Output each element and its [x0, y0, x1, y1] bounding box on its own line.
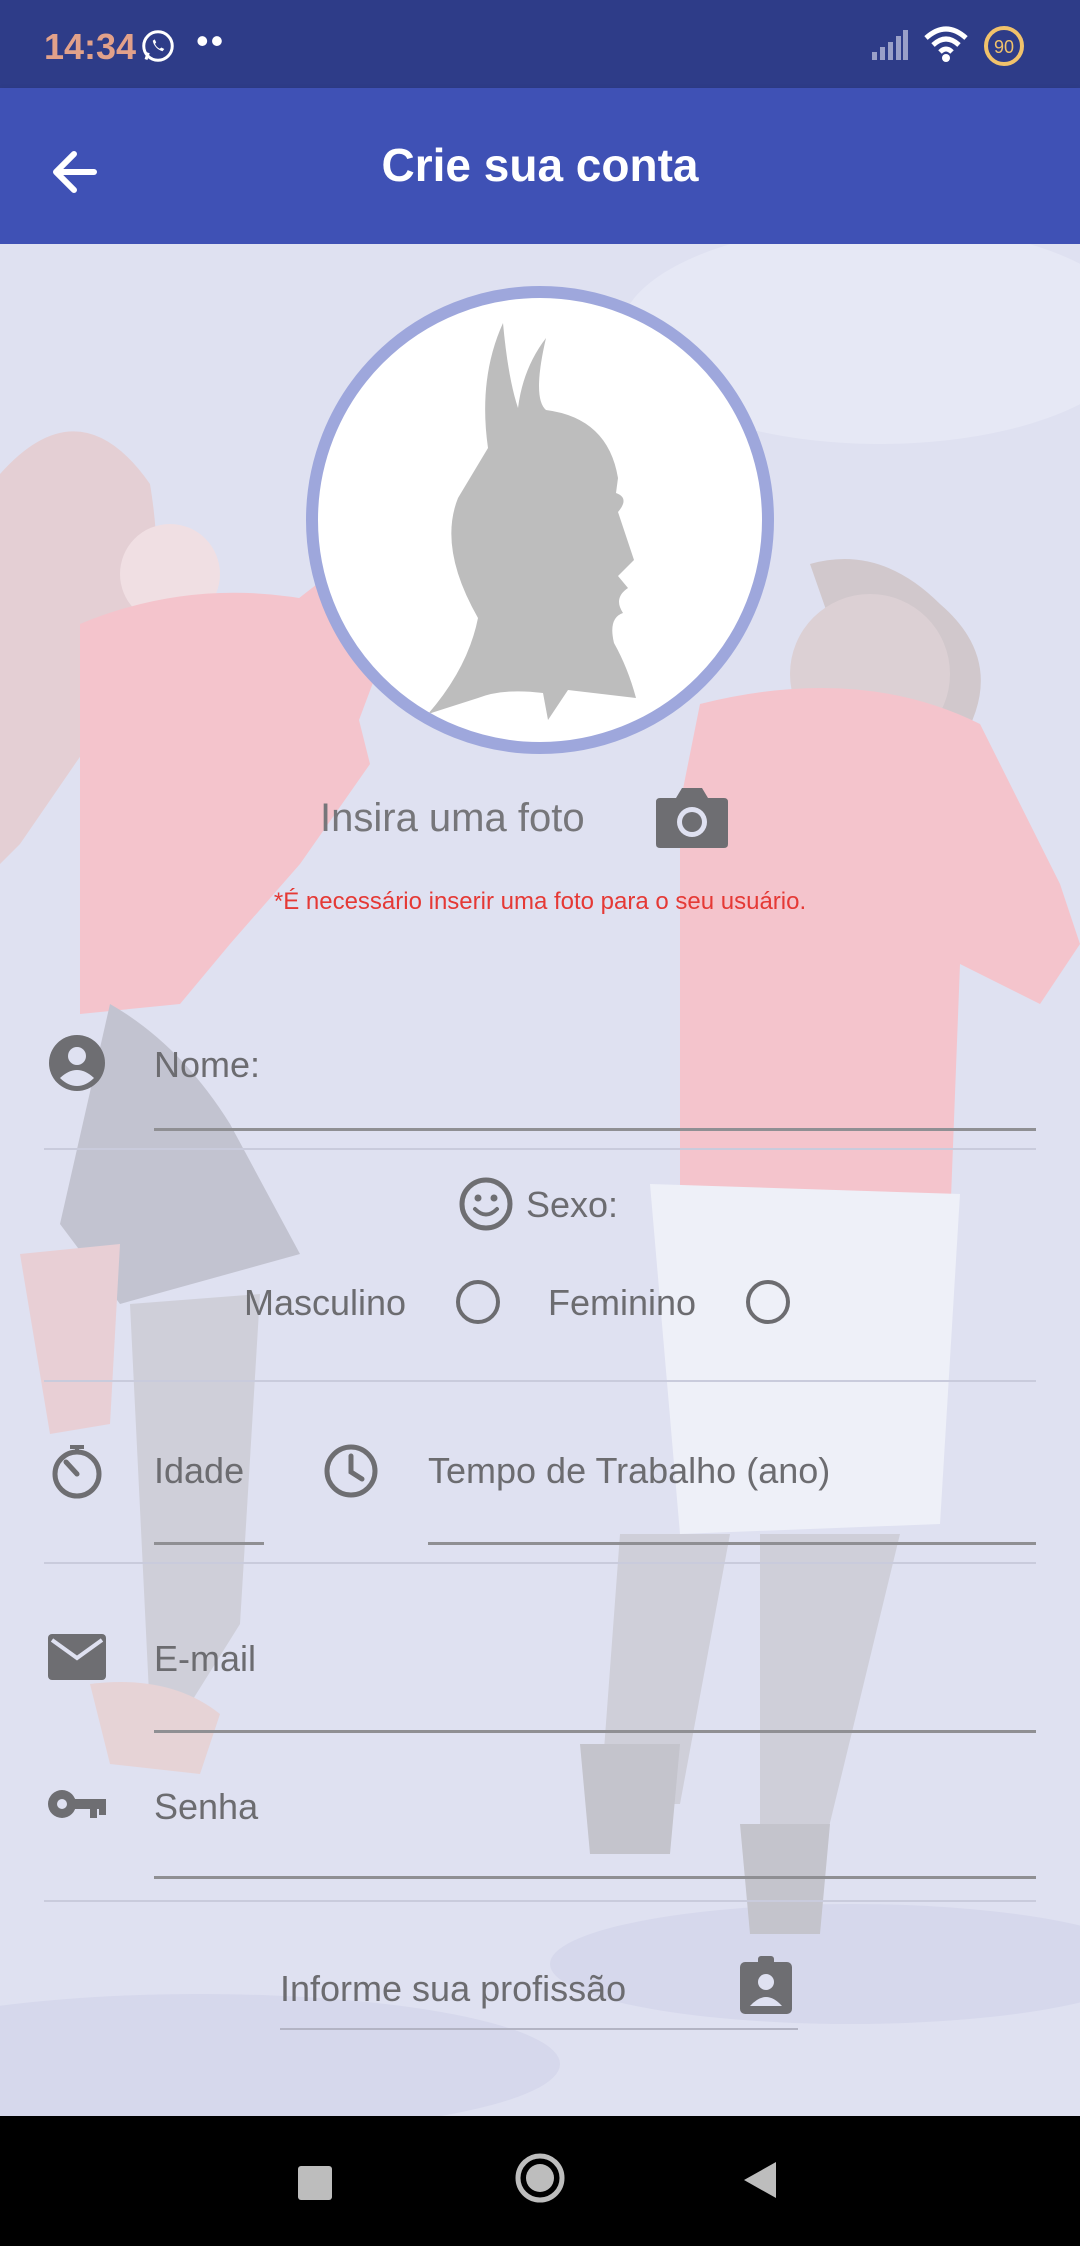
nav-back-button[interactable] [742, 2160, 778, 2200]
camera-icon [656, 788, 728, 848]
account-circle-icon [49, 1035, 105, 1091]
app-bar: Crie sua conta [0, 88, 1080, 244]
name-field-underline [154, 1128, 1036, 1131]
page-title: Crie sua conta [381, 139, 699, 191]
status-bar: 14:34 •• 90 [0, 0, 1080, 88]
email-field[interactable]: E-mail [154, 1638, 256, 1680]
divider [44, 1148, 1036, 1150]
wifi-icon [922, 24, 970, 69]
profession-field[interactable]: Informe sua profissão [280, 1968, 626, 2010]
battery-icon: 90 [982, 24, 1026, 73]
divider [44, 1900, 1036, 1902]
viking-silhouette [428, 323, 636, 720]
divider [44, 1562, 1036, 1564]
profile-photo[interactable] [306, 286, 774, 754]
recents-button[interactable] [298, 2166, 332, 2200]
home-button[interactable] [514, 2152, 566, 2204]
email-field-underline [154, 1730, 1036, 1733]
whatsapp-icon [140, 28, 176, 69]
mail-icon [48, 1634, 106, 1680]
battery-level: 90 [994, 37, 1014, 57]
insert-photo-label: Insira uma foto [320, 796, 585, 840]
clock-icon [324, 1444, 378, 1498]
female-radio[interactable] [746, 1280, 790, 1324]
age-field-underline [154, 1542, 264, 1545]
notification-dots: •• [196, 20, 226, 61]
female-option-label: Feminino [548, 1282, 697, 1323]
smiley-icon [459, 1177, 513, 1231]
age-field[interactable]: Idade [154, 1450, 244, 1492]
signup-form: Insira uma foto *É necessário inserir um… [0, 244, 1080, 2116]
badge-icon[interactable] [740, 1956, 792, 2014]
male-radio[interactable] [456, 1280, 500, 1324]
photo-required-warning: *É necessário inserir uma foto para o se… [273, 888, 807, 915]
profession-field-underline [280, 2028, 798, 2030]
key-icon [48, 1790, 106, 1818]
name-field[interactable]: Nome: [154, 1044, 260, 1086]
divider [44, 1380, 1036, 1382]
signal-icon [872, 30, 908, 65]
status-time: 14:34 [44, 26, 137, 67]
password-field-underline [154, 1876, 1036, 1879]
timer-icon [52, 1445, 102, 1499]
sex-label: Sexo: [526, 1184, 619, 1225]
male-option-label: Masculino [244, 1282, 407, 1323]
work-time-field-underline [428, 1542, 1036, 1545]
camera-button[interactable] [654, 784, 730, 850]
system-nav-bar [0, 2116, 1080, 2246]
work-time-field[interactable]: Tempo de Trabalho (ano) [428, 1450, 830, 1492]
password-field[interactable]: Senha [154, 1786, 258, 1828]
